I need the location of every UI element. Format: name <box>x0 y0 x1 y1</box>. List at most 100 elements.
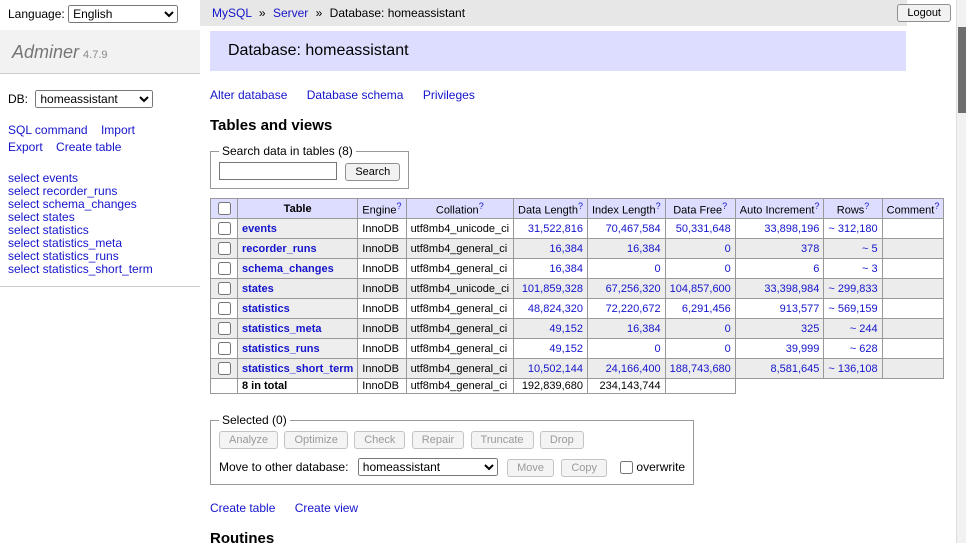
move-row: Move to other database: homeassistant Mo… <box>219 458 685 477</box>
auto-increment-link[interactable]: 33,398,984 <box>764 283 819 295</box>
rows-count-link[interactable]: ~ 3 <box>862 263 878 275</box>
db-select[interactable]: homeassistant <box>35 90 153 108</box>
scrollbar-thumb[interactable] <box>958 27 966 113</box>
data-free-link[interactable]: 0 <box>725 343 731 355</box>
rows-count-link[interactable]: ~ 244 <box>850 323 878 335</box>
sidebar-create-table-link[interactable]: Create table <box>56 140 121 154</box>
table-name-link[interactable]: statistics <box>242 303 290 315</box>
data-length-link[interactable]: 10,502,144 <box>528 363 583 375</box>
data-free-link[interactable]: 188,743,680 <box>670 363 731 375</box>
overwrite-checkbox[interactable] <box>620 461 633 474</box>
column-header-data-free: Data Free? <box>665 199 735 219</box>
rows-count-link[interactable]: ~ 299,833 <box>828 283 877 295</box>
help-link-icon[interactable]: ? <box>479 201 484 211</box>
help-link-icon[interactable]: ? <box>934 201 939 211</box>
data-free-link[interactable]: 50,331,648 <box>676 223 731 235</box>
index-length-link[interactable]: 24,166,400 <box>606 363 661 375</box>
rows-count-link[interactable]: ~ 628 <box>850 343 878 355</box>
data-free-link[interactable]: 104,857,600 <box>670 283 731 295</box>
index-length-link[interactable]: 16,384 <box>627 243 661 255</box>
analyze-button[interactable]: Analyze <box>219 431 278 449</box>
help-link-icon[interactable]: ? <box>864 201 869 211</box>
row-checkbox[interactable] <box>218 262 231 275</box>
row-checkbox[interactable] <box>218 322 231 335</box>
auto-increment-link[interactable]: 378 <box>801 243 819 255</box>
breadcrumb-server-link[interactable]: Server <box>273 6 308 20</box>
auto-increment-link[interactable]: 6 <box>813 263 819 275</box>
data-free-link[interactable]: 0 <box>725 323 731 335</box>
select-all-checkbox[interactable] <box>218 202 231 215</box>
sidebar-export-link[interactable]: Export <box>8 140 43 154</box>
data-length-link[interactable]: 48,824,320 <box>528 303 583 315</box>
data-free-link[interactable]: 6,291,456 <box>682 303 731 315</box>
data-length-link[interactable]: 16,384 <box>549 243 583 255</box>
auto-increment-link[interactable]: 8,581,645 <box>770 363 819 375</box>
help-link-icon[interactable]: ? <box>578 201 583 211</box>
create-table-link[interactable]: Create table <box>210 501 275 515</box>
rows-count-link[interactable]: ~ 136,108 <box>828 363 877 375</box>
index-length-link[interactable]: 0 <box>655 263 661 275</box>
row-checkbox[interactable] <box>218 282 231 295</box>
table-name-link[interactable]: statistics_short_term <box>242 363 353 375</box>
sidebar-sql-command-link[interactable]: SQL command <box>8 123 88 137</box>
database-schema-link[interactable]: Database schema <box>307 88 404 102</box>
index-length-link[interactable]: 72,220,672 <box>606 303 661 315</box>
language-select[interactable]: English <box>68 5 178 23</box>
row-checkbox[interactable] <box>218 242 231 255</box>
overwrite-label: overwrite <box>636 460 685 474</box>
row-checkbox[interactable] <box>218 342 231 355</box>
privileges-link[interactable]: Privileges <box>423 88 475 102</box>
help-link-icon[interactable]: ? <box>814 201 819 211</box>
table-name-link[interactable]: statistics_runs <box>242 343 320 355</box>
row-checkbox[interactable] <box>218 222 231 235</box>
logout-button[interactable]: Logout <box>897 4 951 22</box>
move-button[interactable]: Move <box>507 459 554 477</box>
collation-cell: utf8mb4_unicode_ci <box>406 279 513 299</box>
row-checkbox[interactable] <box>218 302 231 315</box>
data-length-link[interactable]: 49,152 <box>549 343 583 355</box>
move-to-database-label: Move to other database: <box>219 460 348 474</box>
vertical-scrollbar[interactable] <box>956 0 966 543</box>
sidebar-import-link[interactable]: Import <box>101 123 135 137</box>
drop-button[interactable]: Drop <box>540 431 584 449</box>
index-length-link[interactable]: 16,384 <box>627 323 661 335</box>
index-length-link[interactable]: 70,467,584 <box>606 223 661 235</box>
rows-count-link[interactable]: ~ 312,180 <box>828 223 877 235</box>
search-button[interactable]: Search <box>345 163 400 181</box>
sidebar-select-statistics-short-term-link[interactable]: select statistics_short_term <box>8 263 200 276</box>
truncate-button[interactable]: Truncate <box>471 431 534 449</box>
move-database-select[interactable]: homeassistant <box>358 458 498 476</box>
auto-increment-link[interactable]: 913,577 <box>780 303 820 315</box>
data-free-link[interactable]: 0 <box>725 263 731 275</box>
index-length-link[interactable]: 67,256,320 <box>606 283 661 295</box>
auto-increment-link[interactable]: 325 <box>801 323 819 335</box>
auto-increment-link[interactable]: 39,999 <box>786 343 820 355</box>
row-checkbox[interactable] <box>218 362 231 375</box>
table-name-link[interactable]: schema_changes <box>242 263 334 275</box>
total-index-length: 234,143,744 <box>587 379 665 394</box>
copy-button[interactable]: Copy <box>561 459 607 477</box>
check-button[interactable]: Check <box>354 431 405 449</box>
breadcrumb-mysql-link[interactable]: MySQL <box>212 6 252 20</box>
optimize-button[interactable]: Optimize <box>284 431 347 449</box>
data-length-link[interactable]: 16,384 <box>549 263 583 275</box>
rows-count-link[interactable]: ~ 569,159 <box>828 303 877 315</box>
table-name-link[interactable]: statistics_meta <box>242 323 322 335</box>
help-link-icon[interactable]: ? <box>722 201 727 211</box>
search-input[interactable] <box>219 162 337 180</box>
help-link-icon[interactable]: ? <box>397 201 402 211</box>
data-free-link[interactable]: 0 <box>725 243 731 255</box>
rows-count-link[interactable]: ~ 5 <box>862 243 878 255</box>
index-length-link[interactable]: 0 <box>655 343 661 355</box>
table-name-link[interactable]: events <box>242 223 277 235</box>
alter-database-link[interactable]: Alter database <box>210 88 287 102</box>
data-length-link[interactable]: 101,859,328 <box>522 283 583 295</box>
repair-button[interactable]: Repair <box>412 431 464 449</box>
table-name-link[interactable]: states <box>242 283 274 295</box>
data-length-link[interactable]: 49,152 <box>549 323 583 335</box>
help-link-icon[interactable]: ? <box>656 201 661 211</box>
table-name-link[interactable]: recorder_runs <box>242 243 317 255</box>
create-view-link[interactable]: Create view <box>295 501 358 515</box>
data-length-link[interactable]: 31,522,816 <box>528 223 583 235</box>
auto-increment-link[interactable]: 33,898,196 <box>764 223 819 235</box>
